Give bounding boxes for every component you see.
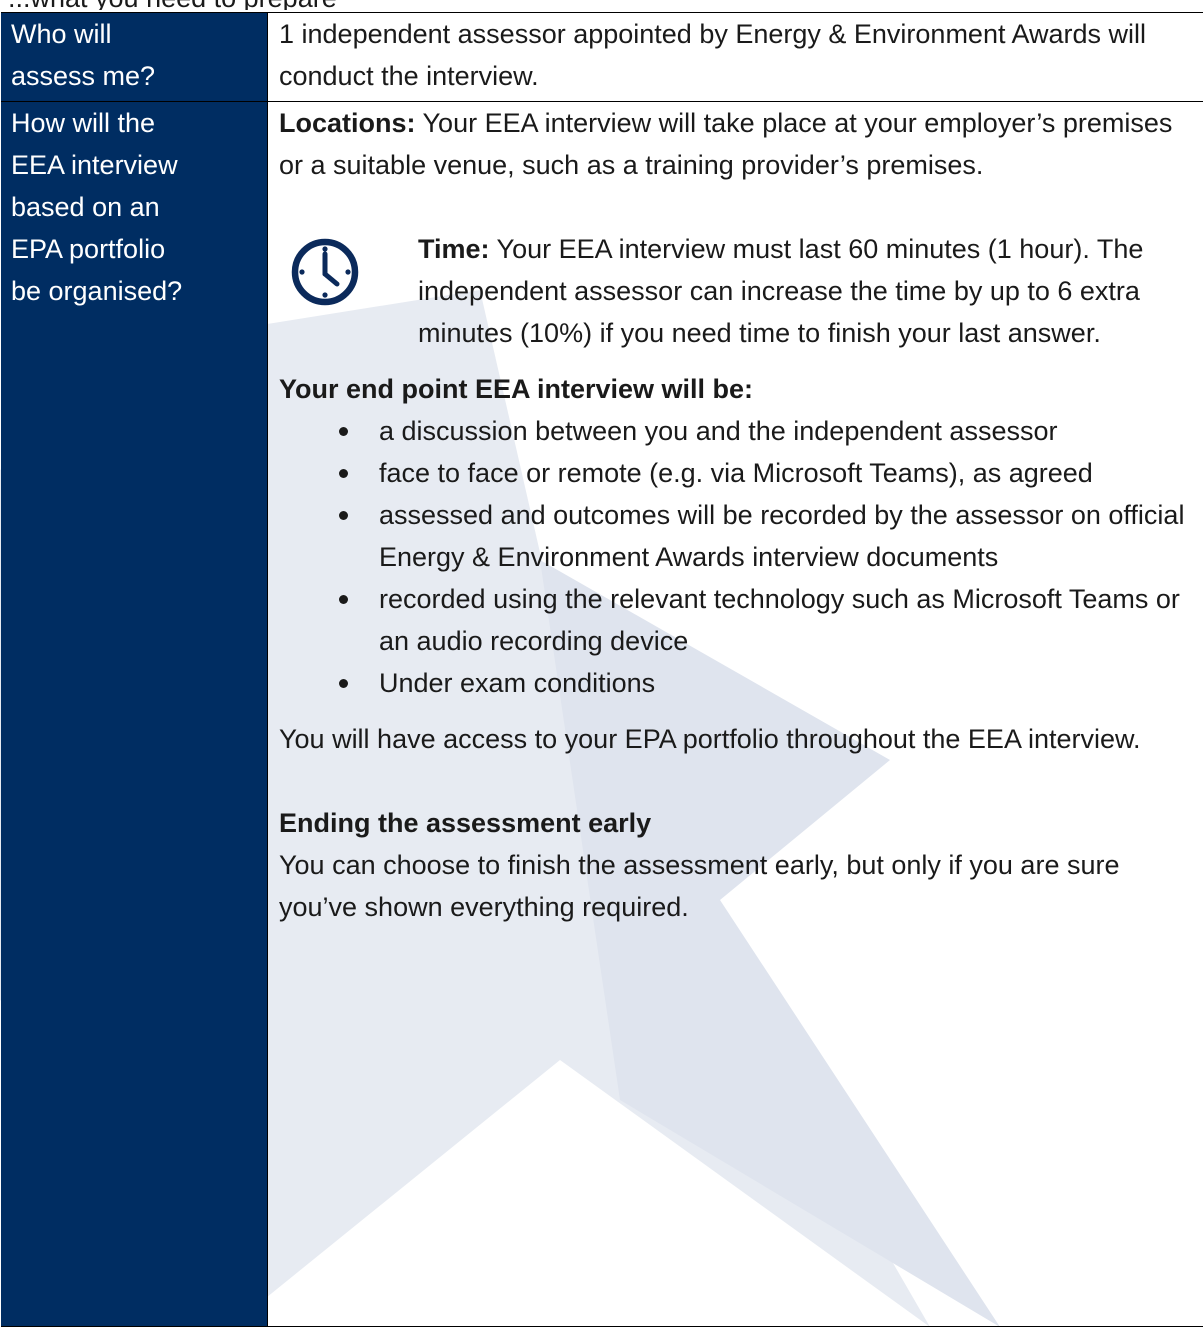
list-item: a discussion between you and the indepen… bbox=[339, 410, 1203, 452]
time-paragraph: Time: Your EEA interview must last 60 mi… bbox=[418, 228, 1203, 354]
question-cell: Who will assess me? bbox=[1, 12, 268, 102]
ending-paragraph: You can choose to finish the assessment … bbox=[279, 850, 1120, 922]
previous-page-fragment: ...what you need to prepare bbox=[0, 0, 1203, 10]
ending-heading: Ending the assessment early bbox=[279, 808, 652, 838]
question-line: be organised? bbox=[11, 276, 183, 306]
table-row: Who will assess me? 1 independent assess… bbox=[1, 12, 1203, 102]
interview-bullet-list: a discussion between you and the indepen… bbox=[279, 410, 1203, 704]
answer-cell: 1 independent assessor appointed by Ener… bbox=[267, 12, 1203, 102]
locations-label: Locations: bbox=[279, 108, 416, 138]
eea-interview-table: Who will assess me? 1 independent assess… bbox=[1, 12, 1203, 1327]
list-item: face to face or remote (e.g. via Microso… bbox=[339, 452, 1203, 494]
time-block: Time: Your EEA interview must last 60 mi… bbox=[279, 228, 1203, 354]
question-line: EPA portfolio bbox=[11, 234, 166, 264]
list-item: assessed and outcomes will be recorded b… bbox=[339, 494, 1203, 578]
interview-heading: Your end point EEA interview will be: bbox=[279, 374, 754, 404]
question-line: based on an bbox=[11, 192, 160, 222]
portfolio-paragraph: You will have access to your EPA portfol… bbox=[279, 724, 1141, 754]
question-line: assess me? bbox=[11, 61, 156, 91]
question-line: EEA interview bbox=[11, 150, 178, 180]
table-row: How will the EEA interview based on an E… bbox=[1, 101, 1203, 1327]
list-item: recorded using the relevant technology s… bbox=[339, 578, 1203, 662]
answer-cell: Locations: Your EEA interview will take … bbox=[267, 101, 1203, 1327]
locations-paragraph: Locations: Your EEA interview will take … bbox=[279, 102, 1203, 186]
clock-icon bbox=[279, 228, 373, 354]
time-text: Your EEA interview must last 60 minutes … bbox=[418, 234, 1144, 348]
list-item: Under exam conditions bbox=[339, 662, 1203, 704]
question-cell: How will the EEA interview based on an E… bbox=[1, 101, 268, 1327]
time-label: Time: bbox=[418, 234, 490, 264]
assessor-text: 1 independent assessor appointed by Ener… bbox=[279, 19, 1147, 91]
question-line: How will the bbox=[11, 108, 156, 138]
question-line: Who will bbox=[11, 19, 112, 49]
